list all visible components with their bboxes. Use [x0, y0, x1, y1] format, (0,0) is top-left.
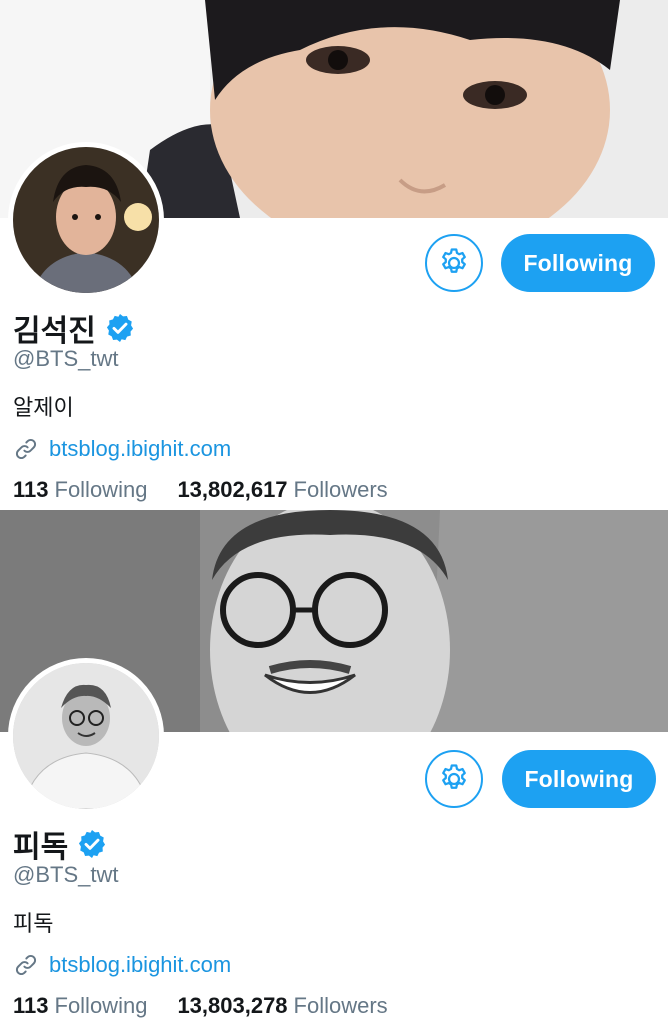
website-row: btsblog.ibighit.com — [13, 436, 231, 462]
followers-label: Followers — [293, 993, 388, 1018]
gear-icon — [442, 248, 466, 273]
website-link[interactable]: btsblog.ibighit.com — [49, 952, 231, 978]
following-stat[interactable]: 113 Following — [13, 477, 147, 503]
profile-avatar[interactable] — [8, 142, 164, 298]
website-link[interactable]: btsblog.ibighit.com — [49, 436, 231, 462]
followers-stat[interactable]: 13,803,278 Followers — [177, 993, 387, 1019]
followers-label: Followers — [293, 477, 388, 502]
following-button[interactable]: Following — [502, 750, 656, 808]
gear-icon — [442, 764, 466, 789]
following-count: 113 — [13, 993, 49, 1018]
name-row: 김석진 — [13, 306, 136, 350]
display-name: 피독 — [13, 831, 69, 864]
profile-card-2: Following 피독 @BTS_twt 피독 btsblog.ibighit… — [0, 510, 668, 1024]
following-count: 113 — [13, 477, 49, 502]
link-icon — [15, 954, 37, 976]
avatar-image — [13, 663, 159, 809]
follow-stats: 113 Following 13,803,278 Followers — [13, 993, 418, 1019]
link-icon — [15, 438, 37, 460]
followers-count: 13,802,617 — [177, 477, 288, 502]
username-handle: @BTS_twt — [13, 862, 119, 887]
username-handle: @BTS_twt — [13, 346, 119, 371]
followers-count: 13,803,278 — [177, 993, 288, 1018]
following-label: Following — [54, 477, 148, 502]
followers-stat[interactable]: 13,802,617 Followers — [177, 477, 387, 503]
verified-badge-icon — [79, 830, 106, 858]
profile-bio: 피독 — [13, 911, 54, 936]
display-name: 김석진 — [13, 315, 96, 348]
avatar-image — [13, 147, 159, 293]
follow-stats: 113 Following 13,802,617 Followers — [13, 477, 418, 503]
following-label: Following — [54, 993, 148, 1018]
following-stat[interactable]: 113 Following — [13, 993, 147, 1019]
website-row: btsblog.ibighit.com — [13, 952, 231, 978]
profile-avatar[interactable] — [8, 658, 164, 814]
profile-card-1: Following 김석진 @BTS_twt 알제이 btsblog.ibigh… — [0, 0, 668, 510]
verified-badge-icon — [106, 314, 133, 342]
profile-bio: 알제이 — [13, 395, 74, 420]
settings-button[interactable] — [425, 750, 483, 808]
name-row: 피독 — [13, 822, 108, 866]
settings-button[interactable] — [425, 234, 483, 292]
following-button[interactable]: Following — [501, 234, 655, 292]
